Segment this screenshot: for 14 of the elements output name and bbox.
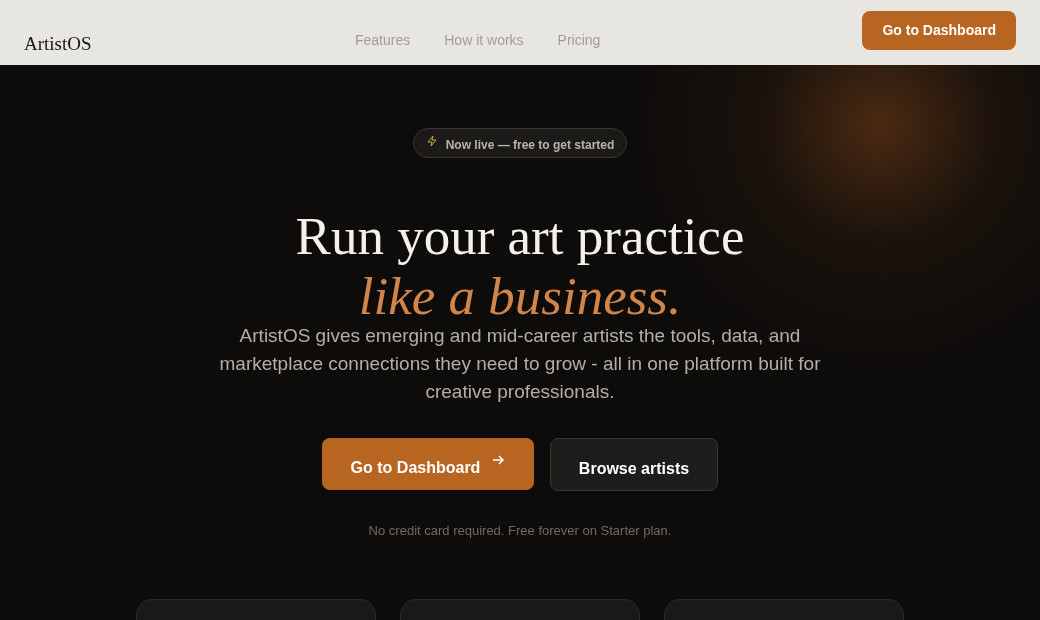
browse-artists-button[interactable]: Browse artists	[550, 438, 718, 491]
nav-link[interactable]: How it works	[444, 30, 524, 51]
nav-link[interactable]: Features	[355, 30, 411, 51]
dashboard-button[interactable]: Go to Dashboard	[862, 10, 1016, 50]
hero-note: No credit card required. Free forever on Starter plan.	[368, 522, 672, 540]
headline: Run your art practice	[295, 206, 745, 266]
hero-description: ArtistOS gives emerging and mid-career artists the tools, data, and marketplace connections they need to grow - all in one platform built for creative professionals.	[218, 324, 822, 404]
nav-link[interactable]: Pricing	[557, 30, 601, 51]
badge-text: Now live — free to get started	[445, 137, 615, 154]
dashboard-button[interactable]: Go to Dashboard	[322, 438, 534, 490]
arrow-right-icon	[492, 454, 506, 466]
lightning-icon	[425, 135, 438, 147]
logo[interactable]: ArtistOS	[24, 30, 92, 59]
headline-accent: like a business.	[358, 266, 682, 326]
